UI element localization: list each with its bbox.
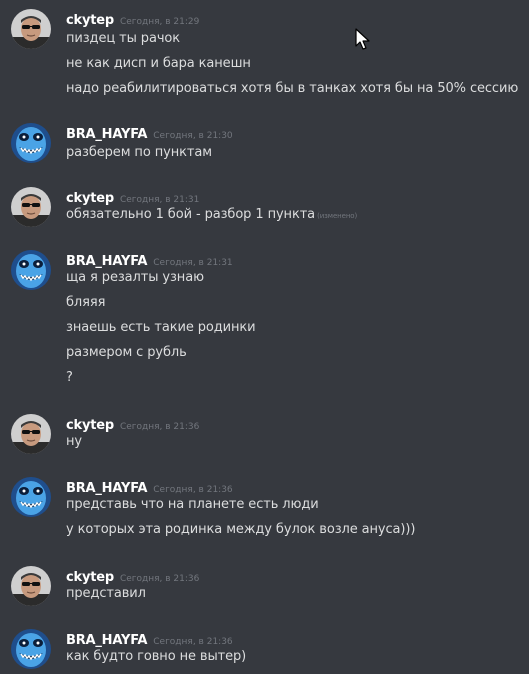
- username[interactable]: ckytep: [66, 191, 114, 206]
- message-header: BRA_HAYFA Сегодня, в 21:31: [66, 250, 233, 270]
- man-sunglasses-avatar[interactable]: [11, 566, 51, 606]
- message-header: ckytep Сегодня, в 21:29: [66, 9, 199, 29]
- message-text: как будто говно не вытер): [66, 649, 247, 664]
- timestamp[interactable]: Сегодня, в 21:29: [120, 17, 199, 27]
- username[interactable]: BRA_HAYFA: [66, 127, 147, 142]
- timestamp[interactable]: Сегодня, в 21:36: [153, 637, 232, 647]
- blue-creature-avatar[interactable]: [11, 477, 51, 517]
- message-text: бляяя: [66, 295, 106, 310]
- timestamp[interactable]: Сегодня, в 21:36: [120, 574, 199, 584]
- message-text: надо реабилитироваться хотя бы в танках …: [66, 81, 519, 96]
- message-text: представил: [66, 586, 146, 601]
- message-text: представь что на планете есть люди: [66, 497, 319, 512]
- message-header: ckytep Сегодня, в 21:31: [66, 187, 199, 207]
- edited-indicator: (изменено): [317, 212, 358, 220]
- chat-message-list: ckytep Сегодня, в 21:29 пиздец ты рачок н…: [0, 0, 529, 674]
- timestamp[interactable]: Сегодня, в 21:36: [120, 422, 199, 432]
- timestamp[interactable]: Сегодня, в 21:31: [120, 195, 199, 205]
- message-text: размером с рубль: [66, 345, 187, 360]
- man-sunglasses-avatar[interactable]: [11, 187, 51, 227]
- message-header: ckytep Сегодня, в 21:36: [66, 414, 199, 434]
- message-text: у которых эта родинка между булок возле …: [66, 522, 416, 537]
- message-text: ну: [66, 434, 82, 449]
- message-header: BRA_HAYFA Сегодня, в 21:36: [66, 477, 233, 497]
- message-text: знаешь есть такие родинки: [66, 320, 256, 335]
- blue-creature-avatar[interactable]: [11, 629, 51, 669]
- message-header: BRA_HAYFA Сегодня, в 21:36: [66, 629, 233, 649]
- timestamp[interactable]: Сегодня, в 21:36: [153, 485, 232, 495]
- man-sunglasses-avatar[interactable]: [11, 9, 51, 49]
- man-sunglasses-avatar[interactable]: [11, 414, 51, 454]
- username[interactable]: BRA_HAYFA: [66, 481, 147, 496]
- username[interactable]: ckytep: [66, 570, 114, 585]
- message-text-content: обязательно 1 бой - разбор 1 пункта: [66, 207, 316, 222]
- blue-creature-avatar[interactable]: [11, 123, 51, 163]
- username[interactable]: ckytep: [66, 418, 114, 433]
- username[interactable]: ckytep: [66, 13, 114, 28]
- message-header: ckytep Сегодня, в 21:36: [66, 566, 199, 586]
- message-text: пиздец ты рачок: [66, 31, 181, 46]
- timestamp[interactable]: Сегодня, в 21:31: [153, 258, 232, 268]
- timestamp[interactable]: Сегодня, в 21:30: [153, 131, 232, 141]
- blue-creature-avatar[interactable]: [11, 250, 51, 290]
- mouse-pointer-icon: [355, 28, 373, 52]
- message-text: обязательно 1 бой - разбор 1 пункта (изме…: [66, 207, 357, 222]
- message-header: BRA_HAYFA Сегодня, в 21:30: [66, 123, 233, 143]
- message-text: не как дисп и бара канешн: [66, 56, 251, 71]
- username[interactable]: BRA_HAYFA: [66, 254, 147, 269]
- message-text: ща я резалты узнаю: [66, 270, 204, 285]
- message-text: ?: [66, 370, 73, 385]
- message-text: разберем по пунктам: [66, 145, 212, 160]
- username[interactable]: BRA_HAYFA: [66, 633, 147, 648]
